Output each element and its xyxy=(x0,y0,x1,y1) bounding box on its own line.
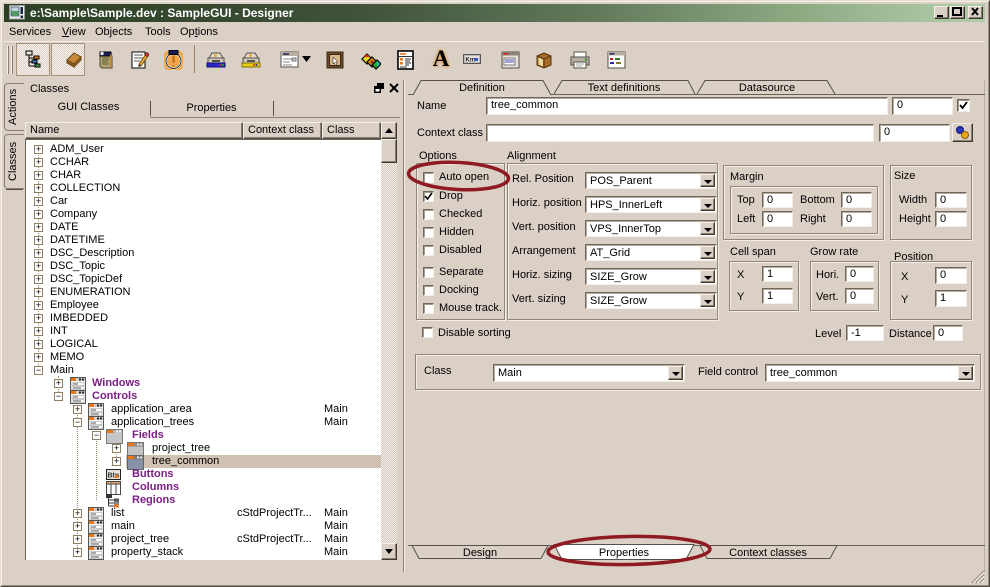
svg-text:Definition: Definition xyxy=(459,82,505,94)
svg-text:Design: Design xyxy=(463,547,497,559)
svg-text:Datasource: Datasource xyxy=(739,82,795,94)
svg-text:Km: Km xyxy=(466,58,476,64)
svg-text:Text definitions: Text definitions xyxy=(588,82,661,94)
svg-text:Properties: Properties xyxy=(599,547,650,559)
svg-text:Context classes: Context classes xyxy=(729,547,807,559)
